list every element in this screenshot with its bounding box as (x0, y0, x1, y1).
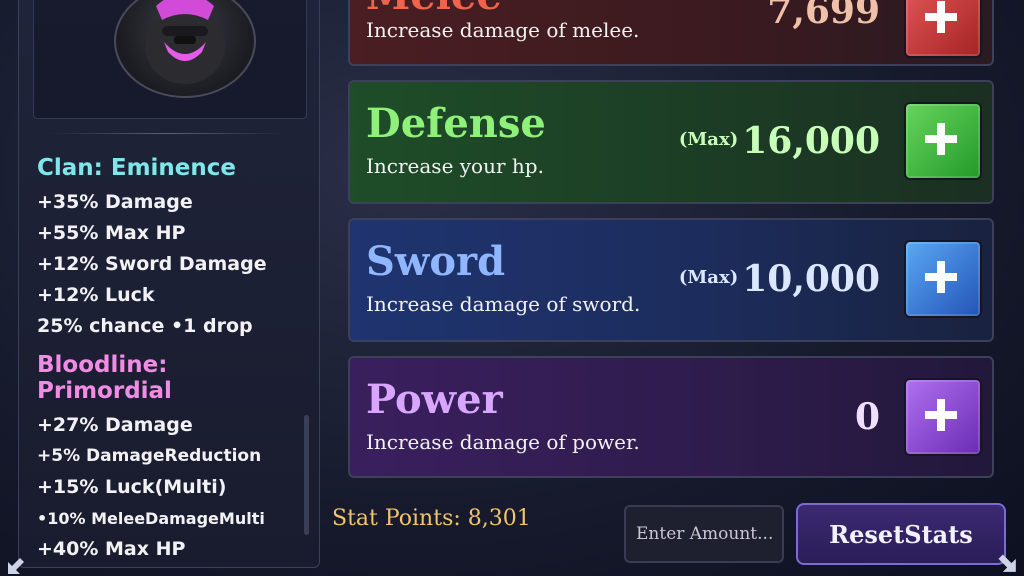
stat-row-power: Power Increase damage of power. 0 (348, 356, 994, 478)
stat-title-melee: Melee (366, 0, 502, 19)
upgrade-melee-button[interactable] (904, 0, 982, 58)
bonus-list: Clan: Eminence +35% Damage +55% Max HP +… (37, 153, 307, 565)
resize-corner-icon[interactable] (6, 552, 30, 576)
bloodline-bonus-line: +15% Luck(Multi) (37, 476, 227, 498)
stat-desc-defense: Increase your hp. (366, 154, 544, 178)
stats-screen: Clan: Eminence +35% Damage +55% Max HP +… (0, 0, 1024, 576)
bloodline-bonus-line: +27% Damage (37, 414, 193, 436)
character-info-panel: Clan: Eminence +35% Damage +55% Max HP +… (18, 0, 320, 568)
stat-value-power: 0 (854, 396, 880, 438)
amount-input[interactable] (624, 505, 784, 563)
reset-stats-button[interactable]: ResetStats (796, 503, 1006, 565)
upgrade-defense-button[interactable] (904, 102, 982, 180)
upgrade-sword-button[interactable] (904, 240, 982, 318)
stat-points-label: Stat Points: 8,301 (332, 506, 531, 531)
stat-desc-melee: Increase damage of melee. (366, 18, 640, 42)
character-portrait-icon (114, 0, 256, 98)
stat-title-defense: Defense (366, 100, 546, 147)
stat-value-defense: (Max) 16,000 (679, 120, 880, 162)
stat-title-power: Power (366, 376, 503, 423)
clan-heading: Clan: Eminence (37, 155, 237, 181)
stat-value-sword: (Max) 10,000 (679, 258, 880, 300)
stat-row-defense: Defense Increase your hp. (Max) 16,000 (348, 80, 994, 204)
stat-title-sword: Sword (366, 238, 506, 285)
bloodline-bonus-line: •10% MeleeDamageMulti (37, 509, 265, 528)
stat-row-melee: Melee Increase damage of melee. 7,699 (348, 0, 994, 66)
upgrade-power-button[interactable] (904, 378, 982, 456)
stat-value-melee: 7,699 (767, 0, 880, 32)
stat-desc-power: Increase damage of power. (366, 430, 640, 454)
bonus-list-scrollbar[interactable] (304, 415, 309, 535)
stat-amount: 16,000 (742, 120, 880, 162)
clan-bonus-line: +35% Damage (37, 191, 193, 213)
clan-bonus-line: +55% Max HP (37, 222, 186, 244)
clan-bonus-line: +12% Sword Damage (37, 253, 267, 275)
clan-bonus-line: +12% Luck (37, 284, 155, 306)
max-tag: (Max) (678, 267, 739, 288)
bloodline-bonus-line: +40% Max HP (37, 538, 186, 560)
section-divider (49, 133, 285, 134)
stat-desc-sword: Increase damage of sword. (366, 292, 641, 316)
plus-icon (925, 1, 957, 33)
clan-bonus-line: 25% chance •1 drop (37, 315, 253, 337)
stat-row-sword: Sword Increase damage of sword. (Max) 10,… (348, 218, 994, 342)
plus-icon (925, 261, 957, 293)
max-tag: (Max) (678, 129, 739, 150)
avatar-frame (33, 0, 307, 119)
plus-icon (925, 123, 957, 155)
resize-corner-icon[interactable] (992, 548, 1018, 574)
stat-amount: 10,000 (742, 258, 880, 300)
plus-icon (925, 399, 957, 431)
bloodline-heading: Bloodline: Primordial (37, 352, 172, 404)
bloodline-bonus-line: +5% DamageReduction (37, 446, 262, 466)
